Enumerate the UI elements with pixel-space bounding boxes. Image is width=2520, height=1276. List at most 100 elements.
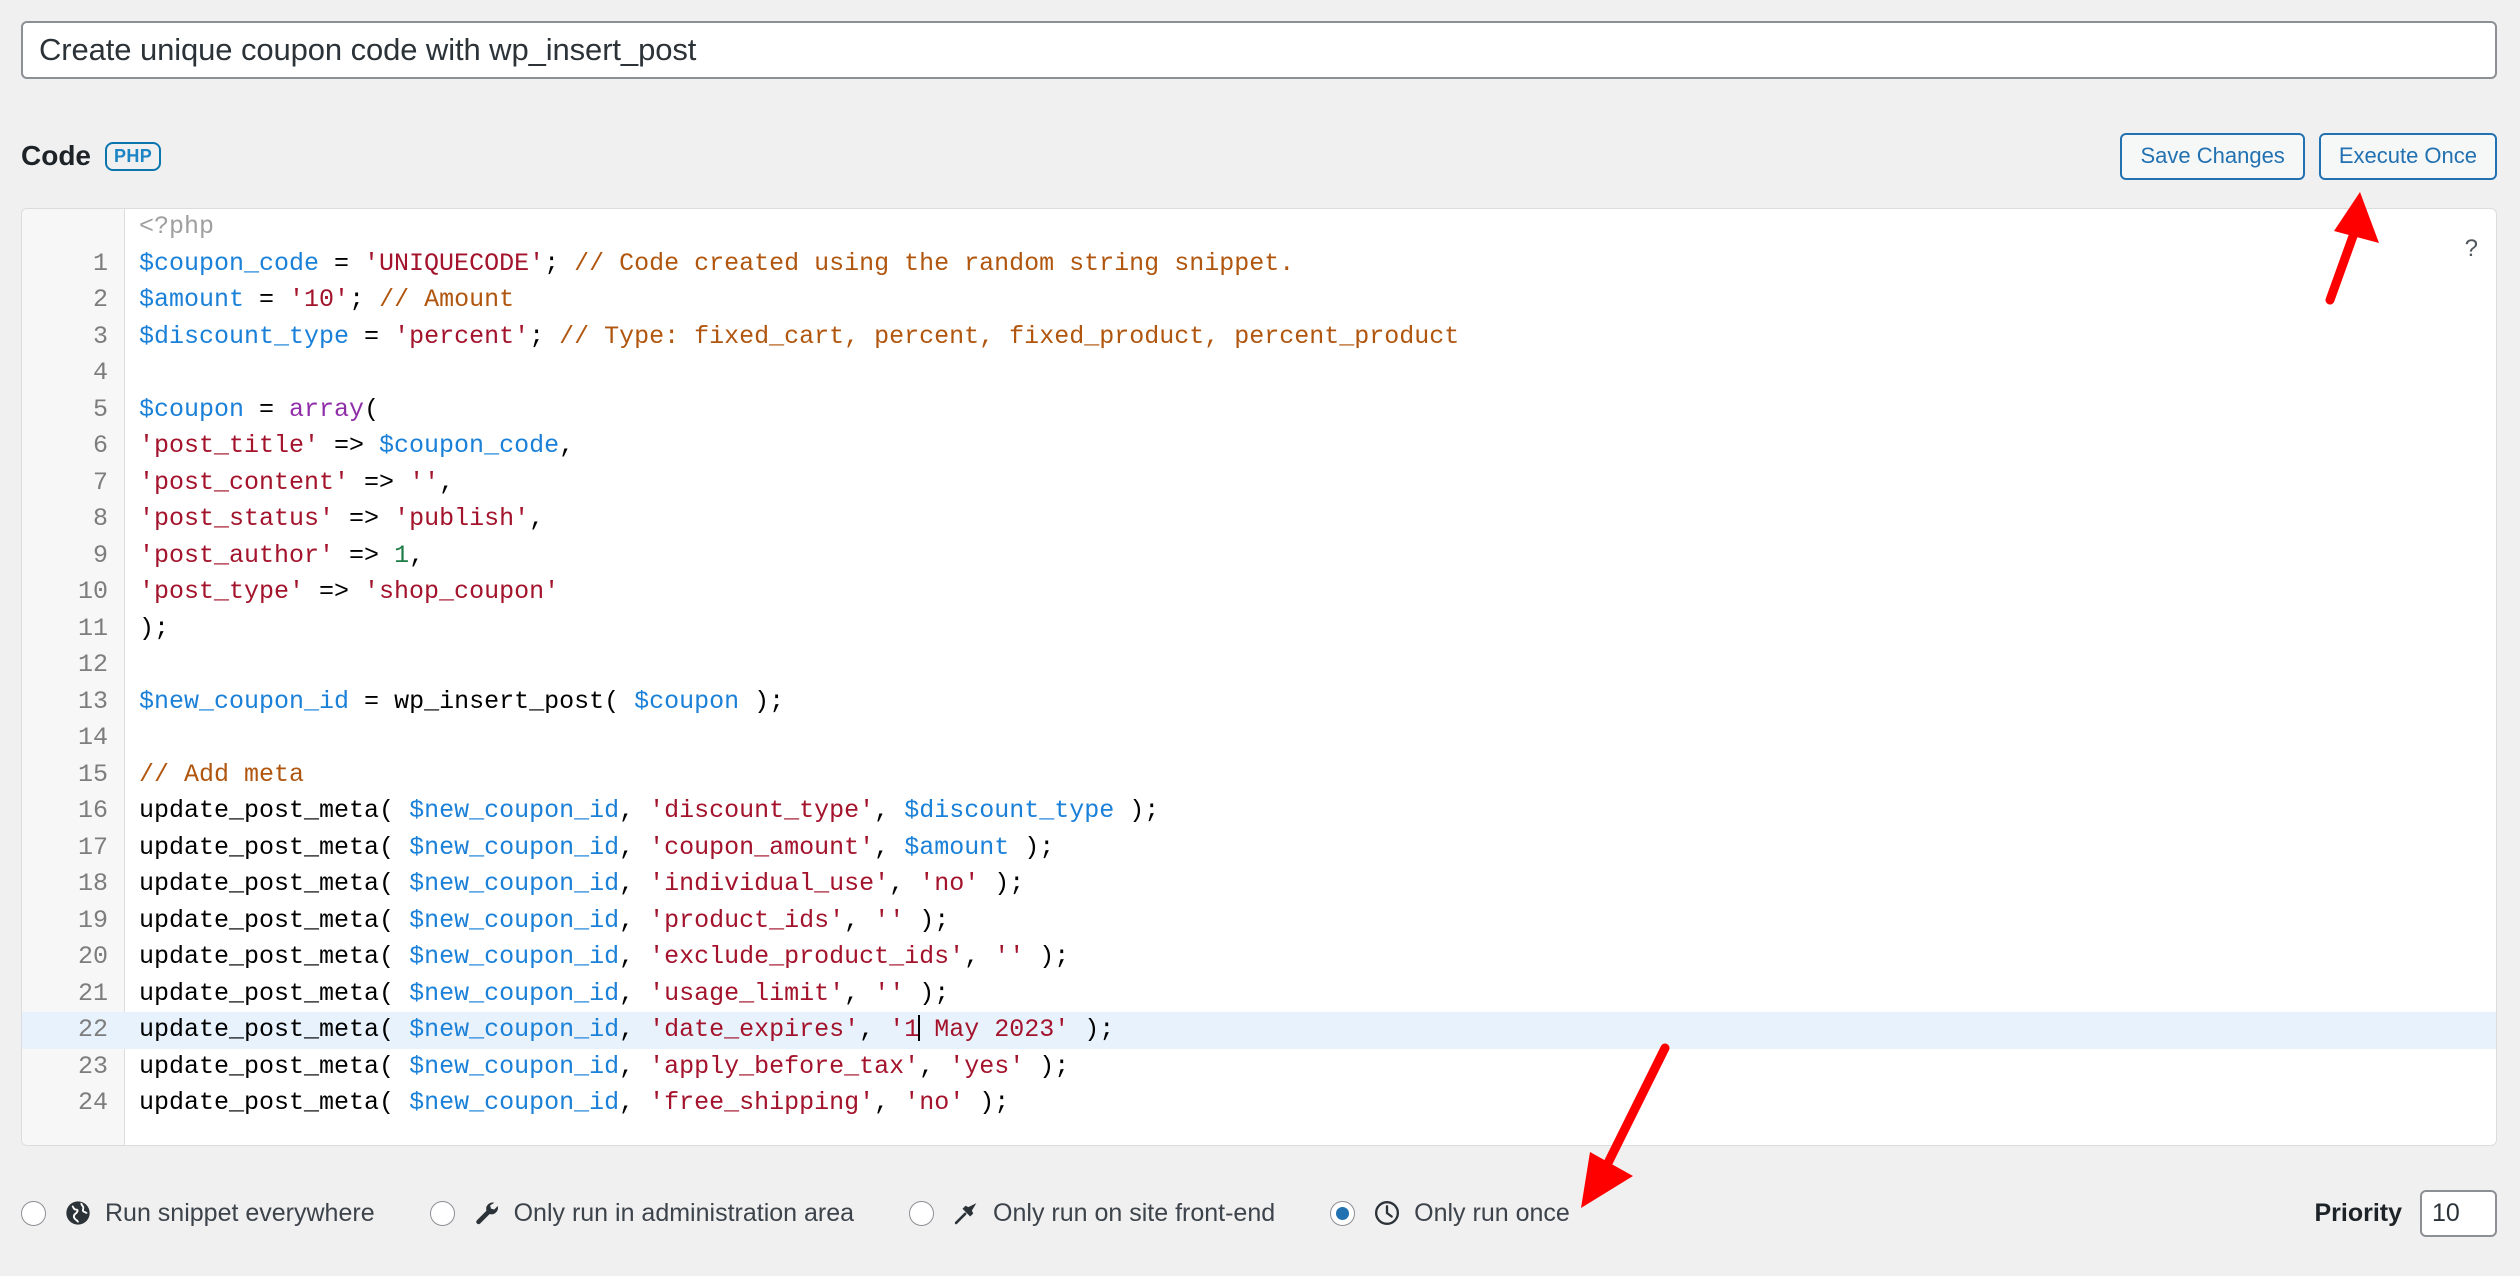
code-token-pun: ( (379, 833, 409, 862)
code-token-fn: update_post_meta (139, 1052, 379, 1081)
code-editor[interactable]: ? <?php1$coupon_code = 'UNIQUECODE'; // … (21, 208, 2497, 1146)
code-line[interactable]: 22update_post_meta( $new_coupon_id, 'dat… (22, 1012, 2496, 1049)
code-token-pun: ); (1009, 833, 1054, 862)
code-editor-scroll-area[interactable]: <?php1$coupon_code = 'UNIQUECODE'; // Co… (22, 209, 2496, 1145)
code-line[interactable]: 13$new_coupon_id = wp_insert_post( $coup… (22, 684, 2496, 721)
line-number: 24 (22, 1085, 108, 1122)
priority-label: Priority (2314, 1199, 2402, 1228)
only-run-once-radio[interactable] (1330, 1201, 1355, 1226)
code-token-pun: => (349, 468, 409, 497)
code-line[interactable]: 1$coupon_code = 'UNIQUECODE'; // Code cr… (22, 246, 2496, 283)
code-token-kw: array (289, 395, 364, 424)
code-line[interactable]: 12 (22, 647, 2496, 684)
code-line[interactable]: 14 (22, 720, 2496, 757)
line-content[interactable]: <?php (139, 209, 2496, 246)
code-line[interactable]: 3$discount_type = 'percent'; // Type: fi… (22, 319, 2496, 356)
line-content[interactable]: $coupon = array( (139, 392, 2496, 429)
save-changes-button[interactable]: Save Changes (2120, 133, 2304, 180)
line-number: 10 (22, 574, 108, 611)
code-token-pun: , (409, 541, 424, 570)
line-content[interactable]: update_post_meta( $new_coupon_id, 'coupo… (139, 830, 2496, 867)
question-mark-icon[interactable]: ? (2465, 237, 2478, 261)
code-token-var: $discount_type (139, 322, 349, 351)
code-token-var: $new_coupon_id (409, 906, 619, 935)
execute-once-button[interactable]: Execute Once (2319, 133, 2497, 180)
code-line[interactable]: 10 'post_type' => 'shop_coupon' (22, 574, 2496, 611)
code-line[interactable]: 9'post_author' => 1, (22, 538, 2496, 575)
code-line[interactable]: 23 update_post_meta( $new_coupon_id, 'app… (22, 1049, 2496, 1086)
line-content[interactable]: 'post_status' => 'publish', (139, 501, 2496, 538)
line-content[interactable]: $coupon_code = 'UNIQUECODE'; // Code cre… (139, 246, 2496, 283)
line-content[interactable]: update_post_meta( $new_coupon_id, 'free_… (139, 1085, 2496, 1122)
code-token-pun: ( (379, 796, 409, 825)
code-line[interactable]: 7'post_content' => '', (22, 465, 2496, 502)
line-content[interactable]: update_post_meta( $new_coupon_id, 'exclu… (139, 939, 2496, 976)
line-number: 20 (22, 939, 108, 976)
code-lines-container[interactable]: <?php1$coupon_code = 'UNIQUECODE'; // Co… (22, 209, 2496, 1122)
code-token-com: // Amount (379, 285, 514, 314)
code-line[interactable]: 11); (22, 611, 2496, 648)
code-line[interactable]: 6'post_title' => $coupon_code, (22, 428, 2496, 465)
code-token-pun: , (619, 1088, 649, 1117)
line-content[interactable]: $amount = '10'; // Amount (139, 282, 2496, 319)
code-token-pun: ( (364, 395, 379, 424)
line-content[interactable]: 'post_author' => 1, (139, 538, 2496, 575)
code-line[interactable]: 21update_post_meta( $new_coupon_id, 'usa… (22, 976, 2496, 1013)
scope-radio-0[interactable] (21, 1201, 46, 1226)
code-token-pun: ); (904, 979, 949, 1008)
scope-option-3[interactable]: Only run once (1330, 1198, 1570, 1228)
line-content[interactable]: 'post_content' => '', (139, 465, 2496, 502)
line-content[interactable]: ); (139, 611, 2496, 648)
scope-option-0[interactable]: Run snippet everywhere (21, 1198, 375, 1228)
code-line[interactable]: 2$amount = '10'; // Amount (22, 282, 2496, 319)
code-line[interactable]: 17update_post_meta( $new_coupon_id, 'cou… (22, 830, 2496, 867)
scope-option-2[interactable]: Only run on site front-end (909, 1198, 1275, 1228)
line-content[interactable]: // Add meta (139, 757, 2496, 794)
code-token-str: 'post_author' (139, 541, 334, 570)
code-token-str: 'post_content' (139, 468, 349, 497)
line-number: 23 (22, 1049, 108, 1086)
priority-input[interactable] (2420, 1190, 2497, 1237)
code-token-var: $new_coupon_id (409, 833, 619, 862)
line-number: 18 (22, 866, 108, 903)
code-line[interactable]: 20 update_post_meta( $new_coupon_id, 'exc… (22, 939, 2496, 976)
code-line[interactable]: <?php (22, 209, 2496, 246)
line-content[interactable]: $new_coupon_id = wp_insert_post( $coupon… (139, 684, 2496, 721)
code-token-str: 'individual_use' (649, 869, 889, 898)
code-line[interactable]: 8'post_status' => 'publish', (22, 501, 2496, 538)
code-line[interactable]: 5$coupon = array( (22, 392, 2496, 429)
code-token-pun: , (619, 1052, 649, 1081)
code-token-pun: ); (139, 614, 169, 643)
code-line[interactable]: 16 update_post_meta( $new_coupon_id, 'dis… (22, 793, 2496, 830)
scope-option-1[interactable]: Only run in administration area (430, 1198, 854, 1228)
line-content[interactable]: $discount_type = 'percent'; // Type: fix… (139, 319, 2496, 356)
code-token-str: 'no' (919, 869, 979, 898)
code-token-com: // Code created using the random string … (574, 249, 1294, 278)
scope-radio-1[interactable] (430, 1201, 455, 1226)
line-content[interactable]: 'post_title' => $coupon_code, (139, 428, 2496, 465)
code-line[interactable]: 24 update_post_meta( $new_coupon_id, 'fre… (22, 1085, 2496, 1122)
code-line[interactable]: 4 (22, 355, 2496, 392)
code-token-pun: = (244, 395, 289, 424)
line-content[interactable]: update_post_meta( $new_coupon_id, 'apply… (139, 1049, 2496, 1086)
code-token-pun: ); (979, 869, 1024, 898)
snippet-title-field[interactable]: Create unique coupon code with wp_insert… (21, 21, 2497, 79)
code-token-str: 'free_shipping' (649, 1088, 874, 1117)
code-token-str: 'coupon_amount' (649, 833, 874, 862)
code-token-str: 'apply_before_tax' (649, 1052, 919, 1081)
line-content[interactable]: update_post_meta( $new_coupon_id, 'produ… (139, 903, 2496, 940)
code-line[interactable]: 18 update_post_meta( $new_coupon_id, 'ind… (22, 866, 2496, 903)
line-content[interactable]: update_post_meta( $new_coupon_id, 'usage… (139, 976, 2496, 1013)
code-token-pun: , (859, 1015, 889, 1044)
code-line[interactable]: 15// Add meta (22, 757, 2496, 794)
line-content[interactable]: 'post_type' => 'shop_coupon' (139, 574, 2496, 611)
line-number: 16 (22, 793, 108, 830)
scope-radio-2[interactable] (909, 1201, 934, 1226)
line-content[interactable]: update_post_meta( $new_coupon_id, 'date_… (139, 1012, 2496, 1049)
line-content[interactable]: update_post_meta( $new_coupon_id, 'indiv… (139, 866, 2496, 903)
scope-option-label: Only run in administration area (514, 1199, 854, 1228)
code-token-str: 'discount_type' (649, 796, 874, 825)
line-content[interactable]: update_post_meta( $new_coupon_id, 'disco… (139, 793, 2496, 830)
code-section-label: Code (21, 140, 91, 172)
code-line[interactable]: 19update_post_meta( $new_coupon_id, 'pro… (22, 903, 2496, 940)
